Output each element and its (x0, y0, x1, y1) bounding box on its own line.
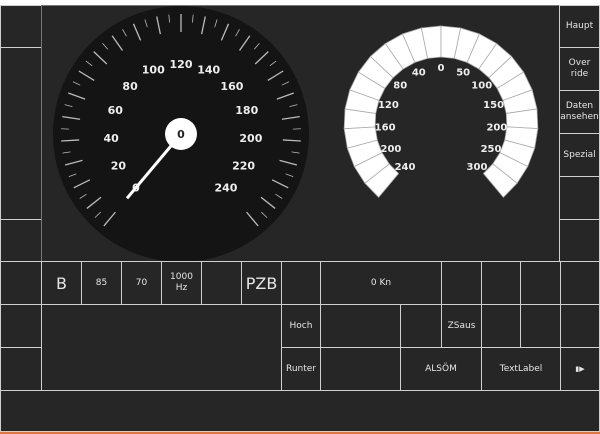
speed-tick-label: 60 (108, 104, 124, 117)
menu-slot-6[interactable] (559, 219, 600, 262)
left-slot-1[interactable] (0, 5, 42, 48)
ring-left-label: 120 (378, 100, 399, 111)
1000hz-indicator[interactable]: 1000 Hz (161, 261, 202, 305)
speed-tick-label: 40 (103, 132, 119, 145)
textlabel-button[interactable]: TextLabel (481, 347, 561, 391)
hoch-button[interactable]: Hoch (281, 304, 321, 348)
ring-right-label: 150 (483, 100, 504, 111)
pzb-indicator[interactable]: PZB (241, 261, 282, 305)
row3-slot-0[interactable] (0, 347, 42, 391)
runter-button[interactable]: Runter (281, 347, 321, 391)
speed-tick-label: 160 (220, 80, 243, 93)
row1-slot-10[interactable] (481, 261, 521, 305)
row2-slot-3[interactable] (320, 304, 401, 348)
ring-right-label: 50 (456, 68, 470, 79)
message-area (41, 304, 282, 391)
menu-override-button[interactable]: Over ride (559, 47, 600, 91)
ring-left-label: 240 (395, 162, 416, 173)
ring-left-label: 200 (381, 144, 402, 155)
ring-right-label: 100 (471, 81, 492, 92)
row1-slot-0[interactable] (0, 261, 42, 305)
menu-slot-5[interactable] (559, 176, 600, 220)
row2-slot-0[interactable] (0, 304, 42, 348)
ring-left-label: 80 (393, 81, 407, 92)
row1-slot-12[interactable] (560, 261, 600, 305)
speed-tick-label: 140 (197, 64, 220, 77)
ring-right-label: 250 (481, 144, 502, 155)
1000hz-value: 1000 (170, 272, 193, 282)
play-button[interactable]: ▮▶ (560, 347, 600, 391)
speed-readout: 0 (177, 128, 185, 141)
speed-tick-label: 200 (239, 132, 262, 145)
zsaus-button[interactable]: ZSaus (441, 304, 482, 348)
pzb-85-indicator[interactable]: 85 (81, 261, 122, 305)
row1-slot-11[interactable] (520, 261, 561, 305)
row2-slot-6[interactable] (481, 304, 521, 348)
speed-tick-label: 120 (170, 58, 193, 71)
pzb-70-indicator[interactable]: 70 (121, 261, 162, 305)
row1-slot-9[interactable] (441, 261, 482, 305)
row1-slot-5[interactable] (201, 261, 242, 305)
speed-tick-label: 220 (232, 159, 255, 172)
row1-slot-7[interactable] (281, 261, 321, 305)
left-slot-3[interactable] (0, 219, 42, 262)
gauge-panel: 0204060801001201401601802002202400040801… (41, 5, 560, 262)
row2-slot-7[interactable] (520, 304, 561, 348)
ring-right-label: 300 (467, 162, 488, 173)
speed-tick-label: 240 (215, 182, 238, 195)
gauges-svg: 0204060801001201401601802002202400040801… (53, 6, 539, 261)
speed-tick-label: 100 (142, 64, 165, 77)
ring-right-label: 200 (486, 122, 507, 133)
speed-tick-label: 180 (235, 104, 258, 117)
play-icon: ▮▶ (575, 364, 585, 373)
row3-slot-2[interactable] (320, 347, 401, 391)
alsom-button[interactable]: ALSÖM (400, 347, 482, 391)
menu-haupt-button[interactable]: Haupt (559, 5, 600, 48)
force-kn-display: 0 Kn (320, 261, 442, 305)
menu-spezial-button[interactable]: Spezial (559, 133, 600, 177)
menu-daten-ansehen-button[interactable]: Daten ansehen (559, 90, 600, 134)
speed-tick-label: 80 (122, 80, 138, 93)
row2-slot-4[interactable] (400, 304, 442, 348)
left-slot-2[interactable] (0, 47, 42, 220)
ring-left-label: 0 (438, 63, 445, 74)
row2-slot-8[interactable] (560, 304, 600, 348)
ring-left-label: 40 (412, 68, 426, 79)
brake-b-indicator[interactable]: B (41, 261, 82, 305)
speed-tick-label: 20 (111, 159, 127, 172)
status-bar (0, 390, 600, 432)
ring-left-label: 160 (375, 122, 396, 133)
1000hz-unit: Hz (175, 283, 188, 293)
